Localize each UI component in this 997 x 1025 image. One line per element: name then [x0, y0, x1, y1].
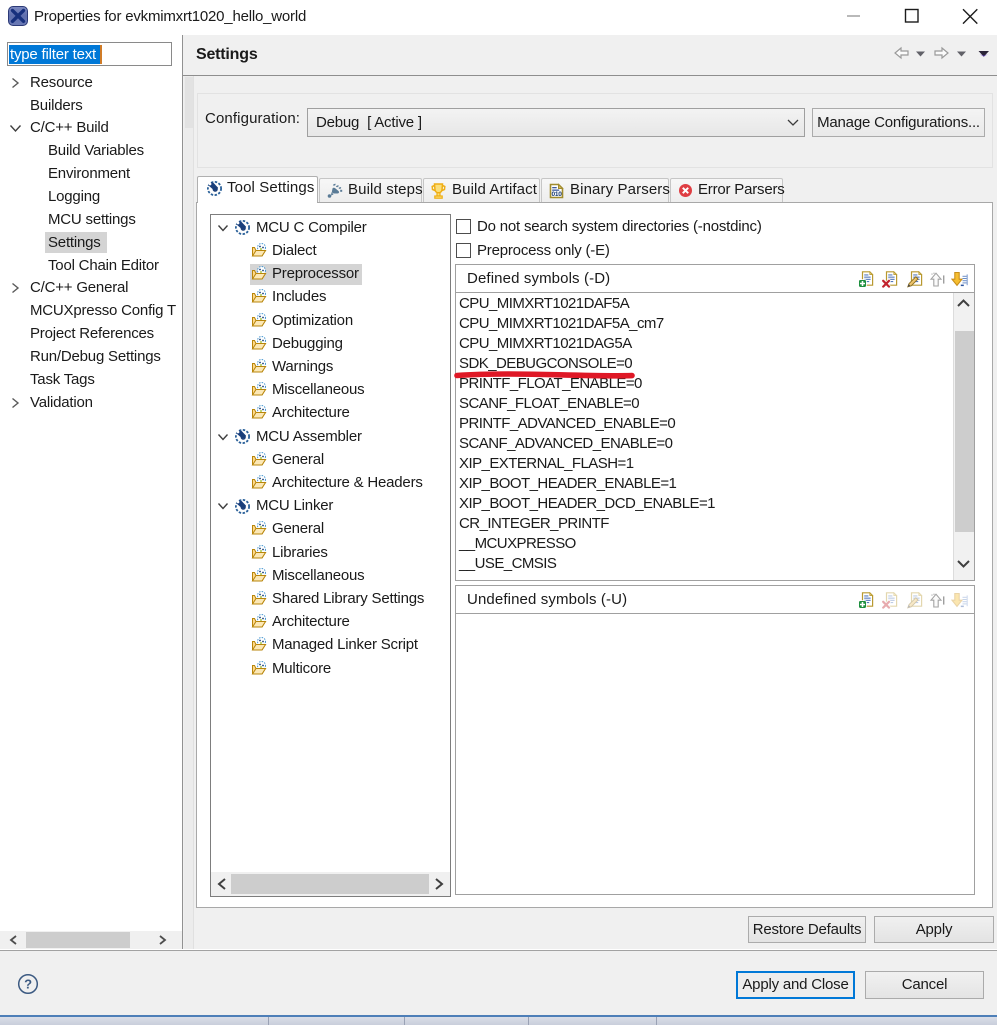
svg-text:?: ?: [24, 977, 32, 992]
svg-text:010: 010: [551, 191, 562, 198]
